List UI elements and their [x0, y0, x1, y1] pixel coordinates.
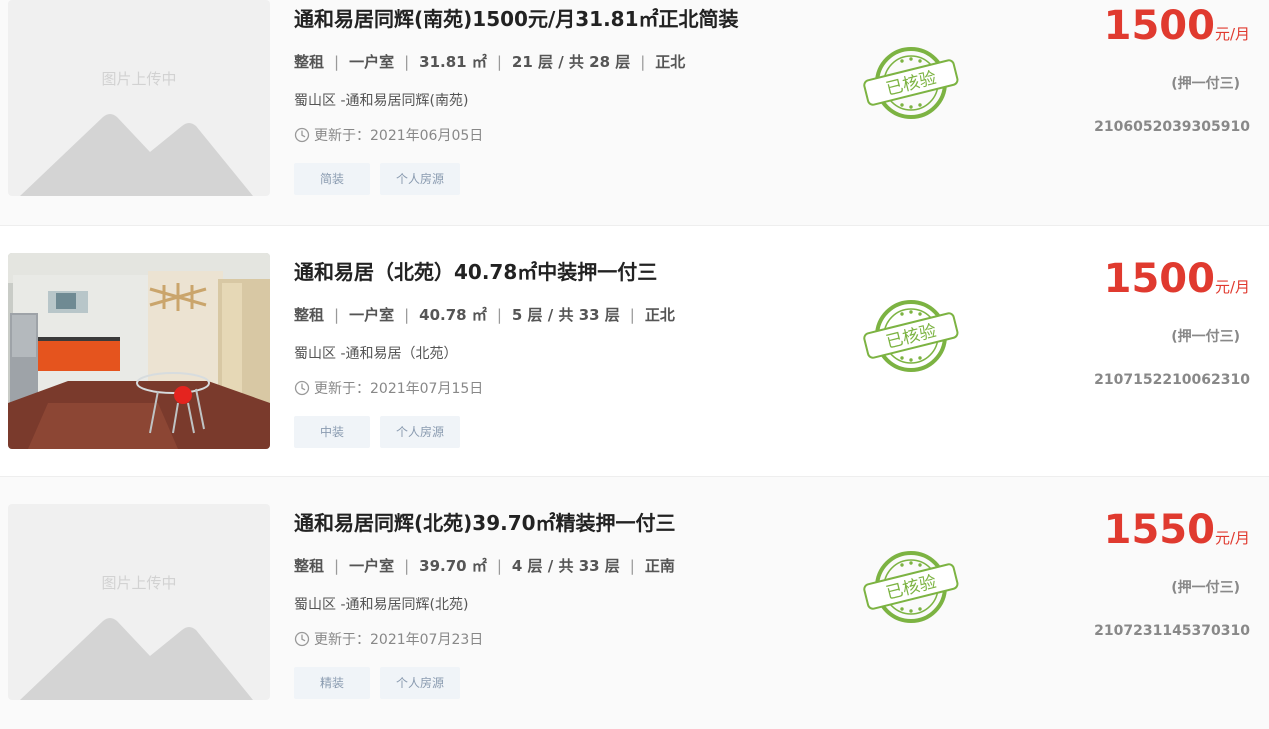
- listing-title[interactable]: 通和易居同辉(南苑)1500元/月31.81㎡正北简装: [294, 3, 739, 32]
- update-date: 更新于：2021年07月23日: [294, 629, 483, 649]
- listing-address: 蜀山区 -通和易居同辉(北苑): [294, 597, 469, 613]
- room-layout: 一户室: [349, 53, 395, 71]
- separator: |: [334, 306, 340, 324]
- rent-type: 整租: [294, 557, 325, 575]
- listing-attributes: 整租 | 一户室 | 39.70 ㎡ | 4 层 / 共 33 层 | 正南: [294, 555, 675, 576]
- orientation: 正北: [644, 306, 675, 324]
- listing-photo[interactable]: [8, 253, 270, 449]
- listing-card[interactable]: 图片上传中 通和易居同辉(南苑)1500元/月31.81㎡正北简装 整租 | 一户室…: [0, 0, 1269, 225]
- verified-stamp-icon: 已核验: [863, 300, 959, 372]
- tag-list: 中装 个人房源: [294, 416, 461, 448]
- area: 39.70 ㎡: [419, 557, 487, 575]
- price-unit: 元/月: [1214, 529, 1250, 547]
- listing-code: 2107231145370310: [1094, 623, 1250, 639]
- tag-decoration[interactable]: 简装: [294, 163, 370, 195]
- area: 40.78 ㎡: [419, 306, 487, 324]
- listing-address: 蜀山区 -通和易居（北苑）: [294, 346, 458, 362]
- update-date: 更新于：2021年06月05日: [294, 125, 483, 145]
- price: 1550元/月: [1104, 504, 1250, 556]
- listing-photo-placeholder[interactable]: 图片上传中: [8, 504, 270, 700]
- separator: |: [629, 306, 635, 324]
- clock-icon: [294, 127, 310, 143]
- mountain-placeholder-icon: [20, 114, 253, 196]
- listing-code: 2106052039305910: [1094, 119, 1250, 135]
- price-amount: 1500: [1103, 3, 1215, 49]
- separator: |: [629, 557, 635, 575]
- separator: |: [496, 53, 502, 71]
- verified-stamp-icon: 已核验: [863, 47, 959, 119]
- floor: 21 层 / 共 28 层: [511, 53, 631, 71]
- floor: 4 层 / 共 33 层: [511, 557, 620, 575]
- orientation: 正南: [644, 557, 675, 575]
- mountain-placeholder-icon: [20, 618, 253, 700]
- separator: |: [334, 557, 340, 575]
- placeholder-text: 图片上传中: [101, 70, 177, 88]
- tag-personal-listing[interactable]: 个人房源: [380, 416, 461, 448]
- price: 1500元/月: [1104, 253, 1250, 305]
- orientation: 正北: [655, 53, 686, 71]
- tag-list: 精装 个人房源: [294, 667, 461, 699]
- deposit-terms: (押一付三): [1171, 76, 1240, 92]
- listing-attributes: 整租 | 一户室 | 40.78 ㎡ | 5 层 / 共 33 层 | 正北: [294, 304, 675, 325]
- tag-personal-listing[interactable]: 个人房源: [380, 667, 461, 699]
- listing-attributes: 整租 | 一户室 | 31.81 ㎡ | 21 层 / 共 28 层 | 正北: [294, 51, 685, 72]
- rent-type: 整租: [294, 53, 325, 71]
- room-layout: 一户室: [349, 306, 395, 324]
- tag-personal-listing[interactable]: 个人房源: [380, 163, 461, 195]
- placeholder-text: 图片上传中: [101, 574, 177, 592]
- separator: |: [404, 306, 410, 324]
- price-unit: 元/月: [1214, 278, 1250, 296]
- separator: |: [404, 557, 410, 575]
- price-unit: 元/月: [1214, 25, 1250, 43]
- separator: |: [496, 306, 502, 324]
- room-photo-image: [8, 253, 270, 449]
- clock-icon: [294, 631, 310, 647]
- separator: |: [404, 53, 410, 71]
- listing-title[interactable]: 通和易居（北苑）40.78㎡中装押一付三: [294, 256, 657, 285]
- clock-icon: [294, 380, 310, 396]
- rent-type: 整租: [294, 306, 325, 324]
- separator: |: [496, 557, 502, 575]
- update-date-text: 更新于：2021年07月23日: [314, 632, 484, 648]
- price-amount: 1550: [1103, 507, 1215, 553]
- tag-list: 简装 个人房源: [294, 163, 461, 195]
- price: 1500元/月: [1104, 0, 1250, 52]
- update-date: 更新于：2021年07月15日: [294, 378, 483, 398]
- area: 31.81 ㎡: [419, 53, 487, 71]
- update-date-text: 更新于：2021年06月05日: [314, 128, 484, 144]
- separator: |: [334, 53, 340, 71]
- listing-photo-placeholder[interactable]: 图片上传中: [8, 0, 270, 196]
- floor: 5 层 / 共 33 层: [511, 306, 620, 324]
- deposit-terms: (押一付三): [1171, 580, 1240, 596]
- listing-card[interactable]: 图片上传中 通和易居同辉(北苑)39.70㎡精装押一付三 整租 | 一户室 | 39.7…: [0, 477, 1269, 729]
- listing-card[interactable]: 通和易居（北苑）40.78㎡中装押一付三 整租 | 一户室 | 40.78 ㎡ | 5 层 …: [0, 225, 1269, 477]
- tag-decoration[interactable]: 中装: [294, 416, 370, 448]
- deposit-terms: (押一付三): [1171, 329, 1240, 345]
- separator: |: [640, 53, 646, 71]
- listing-code: 2107152210062310: [1094, 372, 1250, 388]
- price-amount: 1500: [1103, 256, 1215, 302]
- tag-decoration[interactable]: 精装: [294, 667, 370, 699]
- listing-title[interactable]: 通和易居同辉(北苑)39.70㎡精装押一付三: [294, 507, 676, 536]
- listing-address: 蜀山区 -通和易居同辉(南苑): [294, 93, 469, 109]
- room-layout: 一户室: [349, 557, 395, 575]
- verified-stamp-icon: 已核验: [863, 551, 959, 623]
- update-date-text: 更新于：2021年07月15日: [314, 381, 484, 397]
